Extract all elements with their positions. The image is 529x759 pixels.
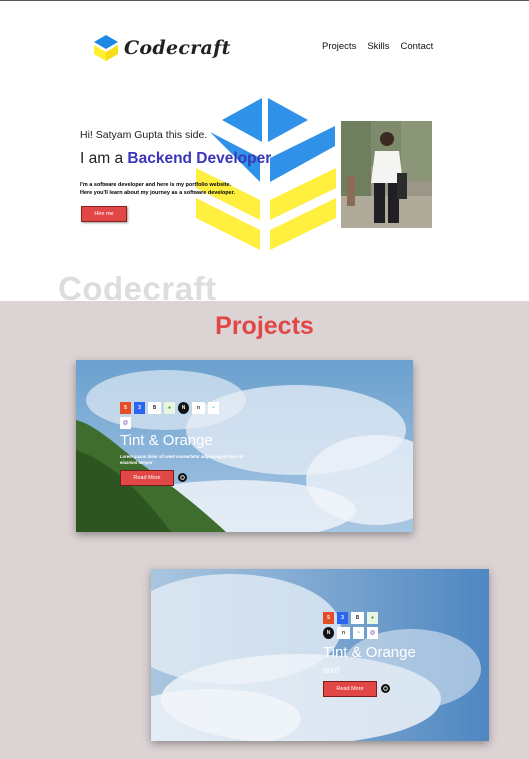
- project-title: Tint & Orange: [120, 432, 213, 449]
- nav-skills[interactable]: Skills: [367, 41, 389, 52]
- tech-stack-icons: 5 3 B ● N n ~ @: [120, 402, 230, 429]
- read-more-button[interactable]: Read More: [323, 681, 377, 697]
- project-description: textt: [323, 665, 340, 675]
- brand-name: Codecraft: [124, 37, 231, 59]
- tailwind-icon: ~: [208, 402, 219, 414]
- projects-section: Projects 5 3 B ● N n ~ @ Tint & Orange L…: [0, 301, 529, 759]
- redux-icon: @: [120, 417, 131, 429]
- main-nav: Projects Skills Contact: [322, 41, 433, 52]
- hero-bio: I'm a software developer and here is my …: [80, 182, 236, 196]
- github-icon[interactable]: [381, 684, 390, 693]
- css-icon: 3: [337, 612, 348, 624]
- github-icon[interactable]: [178, 473, 187, 482]
- hire-me-button[interactable]: Hire me: [81, 206, 127, 222]
- tailwind-icon: ~: [353, 627, 364, 639]
- css-icon: 3: [134, 402, 145, 414]
- project-title: Tint & Orange: [323, 644, 416, 661]
- tech-stack-icons: 5 3 B ● N n ~ @: [323, 612, 387, 639]
- nextjs-icon: N: [323, 627, 334, 639]
- projects-title: Projects: [215, 312, 314, 340]
- hero-greeting: Hi! Satyam Gupta this side.: [80, 129, 208, 141]
- brand-logo[interactable]: Codecraft: [92, 34, 231, 62]
- bootstrap-icon: B: [148, 402, 161, 414]
- hero-role: I am a Backend Developer: [80, 150, 272, 167]
- project-card[interactable]: 5 3 B ● N n ~ @ Tint & Orange Lorem ipsu…: [76, 360, 413, 532]
- large-cube-logo-icon: [196, 98, 336, 250]
- html-icon: 5: [120, 402, 131, 414]
- nav-projects[interactable]: Projects: [322, 41, 356, 52]
- nodejs-icon: n: [192, 402, 205, 414]
- nav-contact[interactable]: Contact: [401, 41, 434, 52]
- role-highlight: Backend Developer: [127, 150, 272, 167]
- nextjs-icon: N: [178, 402, 189, 414]
- mongodb-icon: ●: [367, 612, 378, 624]
- cube-logo-icon: [94, 35, 118, 61]
- profile-photo: [341, 121, 432, 228]
- card-background-image: [151, 569, 489, 741]
- html-icon: 5: [323, 612, 334, 624]
- project-card[interactable]: 5 3 B ● N n ~ @ Tint & Orange textt Read…: [151, 569, 489, 741]
- hero-section: Codecraft Projects Skills Contact Hi! Sa…: [0, 1, 529, 307]
- bootstrap-icon: B: [351, 612, 364, 624]
- nodejs-icon: n: [337, 627, 350, 639]
- mongodb-icon: ●: [164, 402, 175, 414]
- read-more-button[interactable]: Read More: [120, 470, 174, 486]
- redux-icon: @: [367, 627, 378, 639]
- project-description: Lorem ipsum dolor sit amet consectetur a…: [120, 454, 244, 465]
